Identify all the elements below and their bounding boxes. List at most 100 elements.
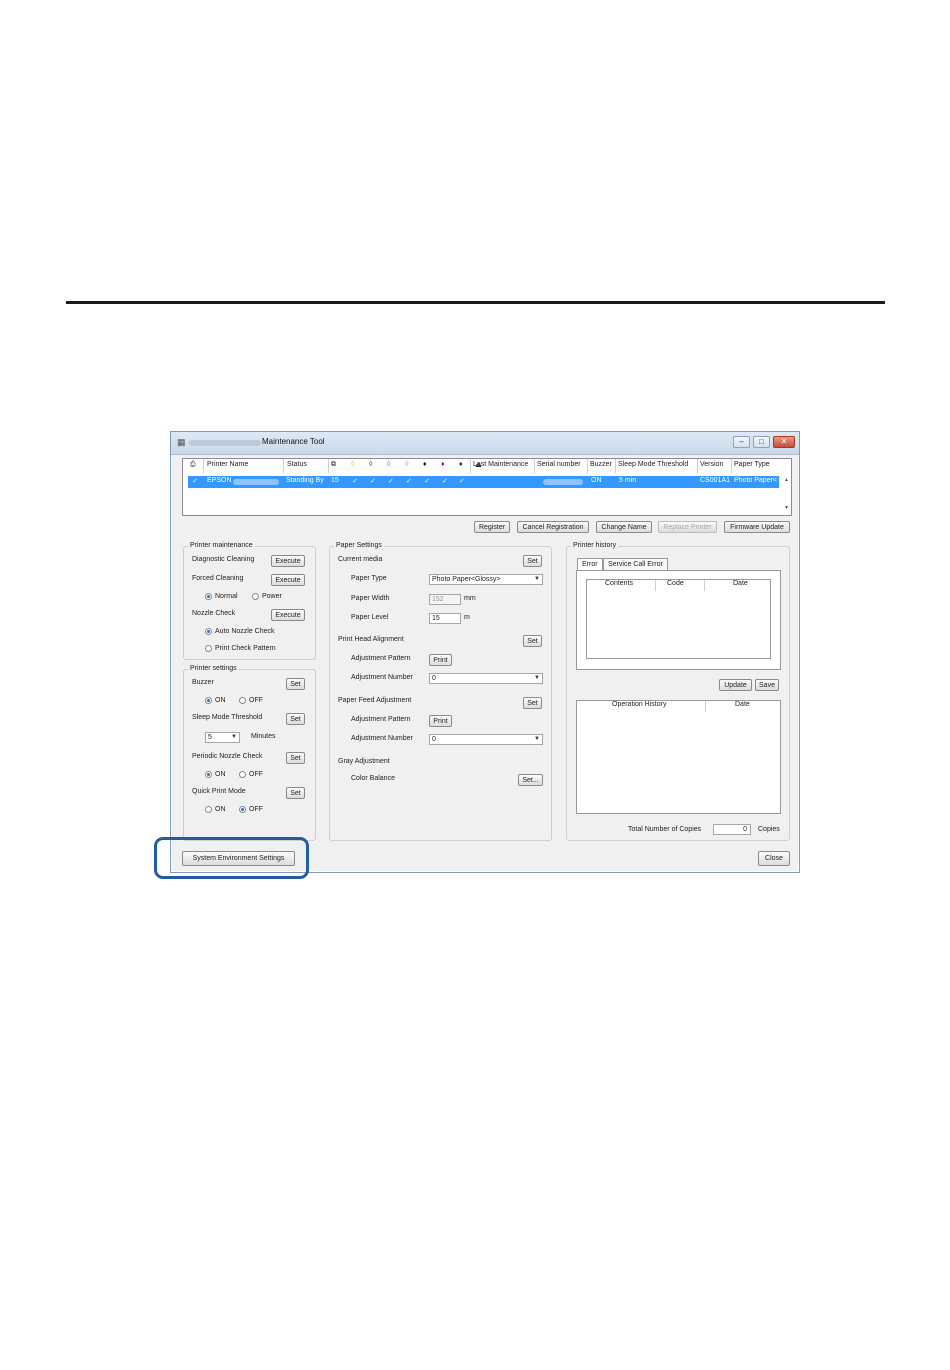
periodic-nozzle-set-button[interactable]: Set: [286, 752, 305, 764]
head-pattern-print-button[interactable]: Print: [429, 654, 452, 666]
periodic-on-label: ON: [215, 771, 226, 778]
col-code[interactable]: Code: [667, 580, 684, 587]
periodic-off-radio[interactable]: [239, 771, 246, 778]
paper-feed-set-button[interactable]: Set: [523, 697, 542, 709]
update-button[interactable]: Update: [719, 679, 752, 691]
close-button[interactable]: Close: [758, 851, 790, 866]
sleep-mode-select[interactable]: 5 ▼: [205, 732, 240, 743]
redacted-title-prefix: [189, 440, 261, 446]
col-paper-type[interactable]: Paper Type: [734, 461, 770, 468]
ink-magenta-icon: ♦: [441, 461, 445, 468]
ink-light-icon: ◊: [369, 461, 373, 468]
col-status[interactable]: Status: [287, 461, 307, 468]
replace-printer-button[interactable]: Replace Printer: [658, 521, 717, 533]
paper-settings-group: Paper Settings Current media Set Paper T…: [329, 542, 552, 841]
row-ink-check-7: ✓: [459, 478, 465, 485]
cleaning-power-radio[interactable]: [252, 593, 259, 600]
error-list[interactable]: Contents Code Date: [586, 579, 771, 659]
firmware-update-button[interactable]: Firmware Update: [724, 521, 790, 533]
quick-print-off-radio[interactable]: [239, 806, 246, 813]
tab-service-call-error[interactable]: Service Call Error: [603, 558, 668, 570]
col-error-date[interactable]: Date: [733, 580, 748, 587]
quick-print-mode-label: Quick Print Mode: [192, 788, 246, 795]
change-name-button[interactable]: Change Name: [596, 521, 652, 533]
print-check-pattern-radio[interactable]: [205, 645, 212, 652]
scroll-up-icon[interactable]: ▲: [784, 477, 789, 483]
copies-unit-label: Copies: [758, 826, 780, 833]
error-tab-panel: Contents Code Date: [576, 570, 781, 670]
col-buzzer[interactable]: Buzzer: [590, 461, 612, 468]
cleaning-normal-radio[interactable]: [205, 593, 212, 600]
tab-error[interactable]: Error: [577, 558, 603, 570]
printer-maintenance-title: Printer maintenance: [188, 542, 255, 549]
paper-settings-title: Paper Settings: [334, 542, 384, 549]
auto-nozzle-check-radio[interactable]: [205, 628, 212, 635]
head-adjustment-number-select[interactable]: 0 ▼: [429, 673, 543, 684]
col-version[interactable]: Version: [700, 461, 723, 468]
color-balance-set-button[interactable]: Set...: [518, 774, 543, 786]
close-icon[interactable]: ✕: [773, 436, 795, 448]
buzzer-label: Buzzer: [192, 679, 214, 686]
periodic-on-radio[interactable]: [205, 771, 212, 778]
cleaning-power-label: Power: [262, 593, 282, 600]
save-button[interactable]: Save: [755, 679, 779, 691]
operation-history-list[interactable]: Operation History Date: [576, 700, 781, 814]
col-operation-date[interactable]: Date: [735, 701, 750, 708]
paper-type-value: Photo Paper<Glossy>: [432, 576, 501, 583]
printer-grid[interactable]: ⎙ Printer Name Status ⧉ ◊ ◊ ◊ ◊ ♦ ♦ ♦ ⏏ …: [182, 458, 792, 516]
col-serial-number[interactable]: Serial number: [537, 461, 581, 468]
chevron-down-icon: ▼: [534, 736, 540, 742]
print-head-set-button[interactable]: Set: [523, 635, 542, 647]
quick-print-set-button[interactable]: Set: [286, 787, 305, 799]
register-button[interactable]: Register: [474, 521, 510, 533]
maximize-icon[interactable]: □: [753, 436, 770, 448]
row-ink-check-6: ✓: [442, 478, 448, 485]
select-all-icon[interactable]: ⎙: [190, 461, 196, 469]
feed-adjustment-number-value: 0: [432, 736, 436, 743]
ink-dark-icon: ♦: [459, 461, 463, 468]
mm-unit-label: mm: [464, 595, 476, 602]
app-icon: ▦: [177, 437, 186, 447]
row-paper-type: Photo Paper<: [734, 477, 778, 484]
cancel-registration-button[interactable]: Cancel Registration: [517, 521, 589, 533]
minimize-icon[interactable]: –: [733, 436, 750, 448]
paper-level-label: Paper Level: [351, 614, 389, 621]
paper-level-field[interactable]: 15: [429, 613, 461, 624]
forced-cleaning-execute-button[interactable]: Execute: [271, 574, 305, 586]
forced-cleaning-label: Forced Cleaning: [192, 575, 244, 582]
periodic-off-label: OFF: [249, 771, 263, 778]
diagnostic-cleaning-execute-button[interactable]: Execute: [271, 555, 305, 567]
col-contents[interactable]: Contents: [605, 580, 633, 587]
buzzer-off-radio[interactable]: [239, 697, 246, 704]
nozzle-check-execute-button[interactable]: Execute: [271, 609, 305, 621]
paper-type-select[interactable]: Photo Paper<Glossy> ▼: [429, 574, 543, 585]
ink-light-magenta-icon: ◊: [405, 461, 409, 468]
col-operation-history[interactable]: Operation History: [612, 701, 666, 708]
current-media-label: Current media: [338, 556, 383, 563]
current-media-set-button[interactable]: Set: [523, 555, 542, 567]
ink-yellow-icon: ◊: [351, 461, 355, 468]
paper-feed-adjustment-label: Paper Feed Adjustment: [338, 697, 412, 704]
periodic-nozzle-check-label: Periodic Nozzle Check: [192, 753, 263, 760]
col-last-maintenance[interactable]: Last Maintenance: [473, 461, 528, 468]
quick-print-on-radio[interactable]: [205, 806, 212, 813]
window-content: ⎙ Printer Name Status ⧉ ◊ ◊ ◊ ◊ ♦ ♦ ♦ ⏏ …: [172, 455, 798, 871]
paper-width-field[interactable]: 152: [429, 594, 461, 605]
buzzer-on-label: ON: [215, 697, 226, 704]
row-check-icon[interactable]: ✓: [192, 477, 198, 485]
row-count: 15: [331, 477, 339, 484]
col-printer-name[interactable]: Printer Name: [207, 461, 248, 468]
row-ink-check-1: ✓: [352, 478, 358, 485]
scroll-down-icon[interactable]: ▼: [784, 505, 789, 511]
buzzer-set-button[interactable]: Set: [286, 678, 305, 690]
sleep-mode-set-button[interactable]: Set: [286, 713, 305, 725]
buzzer-on-radio[interactable]: [205, 697, 212, 704]
feed-adjustment-number-select[interactable]: 0 ▼: [429, 734, 543, 745]
paper-width-label: Paper Width: [351, 595, 390, 602]
ink-cyan-icon: ◊: [387, 461, 391, 468]
col-count-icon[interactable]: ⧉: [331, 461, 336, 469]
feed-pattern-print-button[interactable]: Print: [429, 715, 452, 727]
feed-adjustment-pattern-label: Adjustment Pattern: [351, 716, 411, 723]
col-sleep-mode[interactable]: Sleep Mode Threshold: [618, 461, 688, 468]
total-copies-field: 0: [713, 824, 751, 835]
